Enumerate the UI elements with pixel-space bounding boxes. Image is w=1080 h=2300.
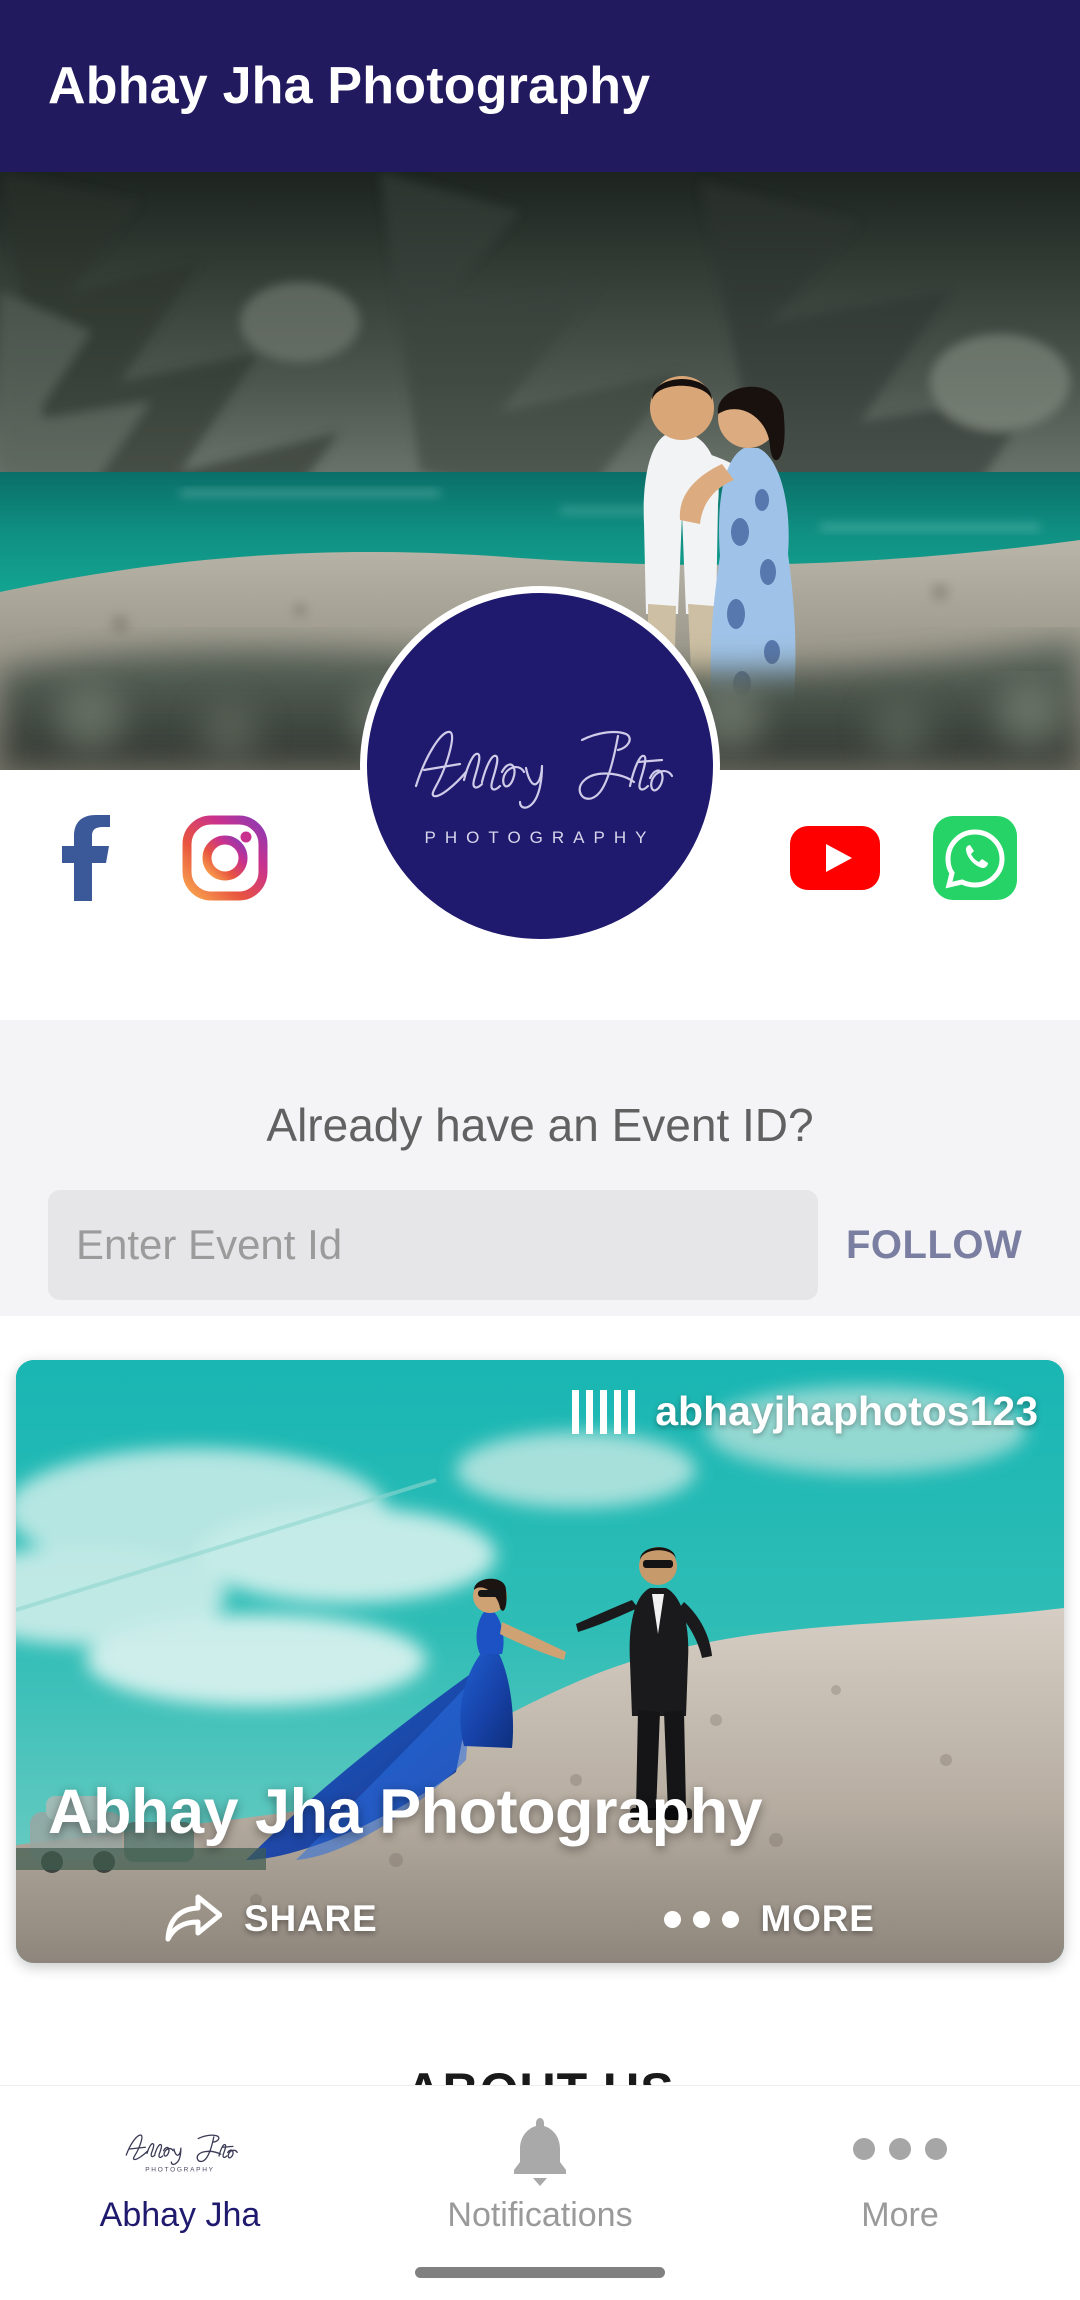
more-label: MORE [760, 1898, 875, 1939]
card-handle: abhayjhaphotos123 [572, 1388, 1038, 1435]
follow-button[interactable]: FOLLOW [846, 1223, 1022, 1268]
youtube-icon[interactable] [790, 813, 880, 903]
svg-text:PHOTOGRAPHY: PHOTOGRAPHY [145, 2167, 215, 2174]
more-button[interactable]: MORE [663, 1898, 875, 1940]
app-header: Abhay Jha Photography [0, 0, 1080, 172]
whatsapp-glyph [933, 816, 1017, 900]
page-title: Abhay Jha Photography [48, 57, 651, 115]
nav-item-more[interactable]: More [720, 2086, 1080, 2300]
nav-label-abhay-jha: Abhay Jha [99, 2196, 261, 2234]
bell-glyph [514, 2118, 566, 2186]
card-title: Abhay Jha Photography [48, 1777, 763, 1847]
nav-signature-logo-icon: PHOTOGRAPHY [115, 2114, 245, 2184]
featured-event-card[interactable]: abhayjhaphotos123 Abhay Jha Photography … [16, 1360, 1064, 1963]
nav-item-abhay-jha[interactable]: PHOTOGRAPHY Abhay Jha [0, 2086, 360, 2300]
whatsapp-icon[interactable] [930, 813, 1020, 903]
nav-label-notifications: Notifications [447, 2196, 633, 2234]
youtube-glyph [790, 826, 880, 890]
share-icon [165, 1894, 222, 1942]
profile-logo[interactable]: PHOTOGRAPHY [360, 586, 720, 946]
nav-label-more: More [861, 2196, 939, 2234]
bell-icon [505, 2114, 575, 2186]
barcode-icon [572, 1389, 636, 1434]
home-indicator[interactable] [415, 2267, 665, 2278]
instagram-icon[interactable] [180, 813, 270, 903]
event-id-row: FOLLOW [0, 1190, 1080, 1300]
signature-logo-small-icon: PHOTOGRAPHY [125, 2134, 238, 2174]
event-id-section: Already have an Event ID? FOLLOW [0, 1020, 1080, 1316]
share-label: SHARE [244, 1898, 378, 1939]
app-screen: Abhay Jha Photography PHOTOGRAPHY Alread… [0, 0, 1080, 2300]
card-actions: SHARE MORE [16, 1893, 1064, 1945]
facebook-icon[interactable] [40, 813, 130, 903]
instagram-glyph [182, 815, 268, 901]
event-id-heading: Already have an Event ID? [266, 1099, 814, 1151]
profile-logo-subtitle: PHOTOGRAPHY [424, 828, 656, 847]
more-dots-icon [663, 1910, 739, 1928]
card-handle-text: abhayjhaphotos123 [655, 1388, 1038, 1434]
signature-logo-icon [414, 730, 674, 809]
more-dots-glyph [853, 2138, 947, 2160]
facebook-glyph [62, 815, 110, 901]
event-id-input[interactable] [48, 1190, 818, 1300]
featured-card-image [16, 1360, 1064, 1963]
nav-more-dots-icon [853, 2114, 947, 2184]
share-button[interactable]: SHARE [164, 1893, 378, 1945]
